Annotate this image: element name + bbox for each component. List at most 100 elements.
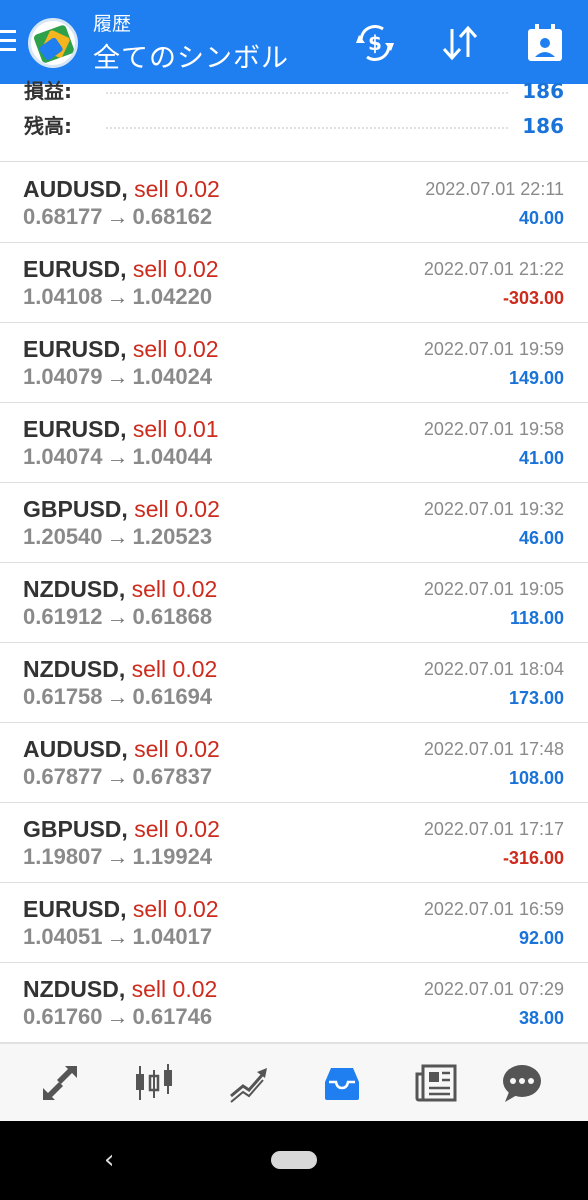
quotes-tab[interactable] [35,1058,85,1108]
app-bar: 履歴 全てのシンボル $ [0,0,588,84]
deal-row[interactable]: EURUSD, sell 0.02 1.04108 → 1.04220 2022.07.… [0,243,588,323]
arrow-right-icon: → [106,604,129,629]
deal-side: sell [134,816,169,842]
deal-close-price: 1.20523 [132,524,213,549]
deal-time: 2022.07.01 19:59 [423,339,564,359]
home-button[interactable] [271,1151,317,1169]
deal-title: GBPUSD, sell 0.02 [23,495,220,523]
svg-text:$: $ [368,31,382,55]
menu-icon[interactable] [0,30,18,54]
deal-title: EURUSD, sell 0.02 [23,895,219,923]
deal-volume: 0.01 [173,416,219,442]
deal-close-price: 0.67837 [132,764,213,789]
currency-exchange-icon[interactable]: $ [352,20,398,66]
deal-close-price: 0.61868 [132,604,213,629]
deal-title: EURUSD, sell 0.02 [23,335,219,363]
deal-row[interactable]: EURUSD, sell 0.02 1.04051 → 1.04017 2022.07.… [0,883,588,963]
metatrader-logo [28,18,78,68]
deal-symbol: EURUSD [23,416,121,442]
deal-separator: , [121,816,128,842]
deal-row[interactable]: AUDUSD, sell 0.02 0.68177 → 0.68162 2022.07.… [0,163,588,243]
deal-prices: 0.68177 → 0.68162 [23,203,212,231]
deal-symbol: AUDUSD [23,176,122,202]
arrow-right-icon: → [106,444,129,469]
deal-open-price: 1.19807 [23,844,103,869]
deal-separator: , [120,256,127,282]
deal-symbol: AUDUSD [23,736,122,762]
deal-open-price: 0.67877 [23,764,103,789]
deal-open-price: 1.20540 [23,524,103,549]
trade-tab[interactable] [223,1058,273,1108]
dotted-leader [106,127,508,129]
calendar-icon[interactable] [522,20,568,66]
deal-time: 2022.07.01 17:48 [423,739,564,759]
deal-row[interactable]: EURUSD, sell 0.01 1.04074 → 1.04044 2022.07.… [0,403,588,483]
arrow-right-icon: → [106,684,129,709]
deal-separator: , [118,976,126,1002]
summary-label: 残高: [24,114,72,138]
deal-prices: 1.04079 → 1.04024 [23,363,212,391]
deal-open-price: 1.04079 [23,364,103,389]
deal-side: sell [132,336,168,362]
deal-row[interactable]: EURUSD, sell 0.02 1.04079 → 1.04024 2022.07.… [0,323,588,403]
arrow-right-icon: → [106,764,129,789]
news-tab[interactable] [411,1058,461,1108]
deal-profit: 149.00 [508,368,564,388]
deal-volume: 0.02 [175,176,220,202]
deal-title: AUDUSD, sell 0.02 [23,175,220,203]
system-navigation-bar: ‹ [0,1121,588,1200]
deal-row[interactable]: GBPUSD, sell 0.02 1.20540 → 1.20523 2022.07.… [0,483,588,563]
deal-side: sell [131,576,167,602]
deal-time: 2022.07.01 16:59 [423,899,564,919]
deal-side: sell [132,896,168,922]
page-subtitle: 履歴 [93,13,132,35]
deal-prices: 0.61912 → 0.61868 [23,603,212,631]
deal-row[interactable]: NZDUSD, sell 0.02 0.61760 → 0.61746 2022.07.… [0,963,588,1043]
deal-volume: 0.02 [172,976,218,1002]
deal-prices: 1.19807 → 1.19924 [23,843,212,871]
deal-open-price: 0.68177 [23,204,103,229]
deal-time: 2022.07.01 19:32 [423,499,564,519]
deal-separator: , [118,656,126,682]
history-tab[interactable] [317,1058,367,1108]
deal-volume: 0.02 [175,816,220,842]
deal-profit: 173.00 [508,688,564,708]
deal-side: sell [131,656,167,682]
deal-time: 2022.07.01 19:58 [423,419,564,439]
deal-row[interactable]: NZDUSD, sell 0.02 0.61758 → 0.61694 2022.07.… [0,643,588,723]
page-title[interactable]: 全てのシンボル [93,42,289,76]
deal-close-price: 0.61694 [132,684,213,709]
deal-open-price: 0.61912 [23,604,103,629]
deal-separator: , [120,336,127,362]
summary-row-balance: 残高: 186 [0,109,588,143]
news-icon [415,1064,457,1102]
deal-prices: 1.04074 → 1.04044 [23,443,212,471]
sort-icon[interactable] [437,20,483,66]
deal-symbol: NZDUSD [23,976,119,1002]
deal-profit: 118.00 [509,608,564,628]
deal-row[interactable]: NZDUSD, sell 0.02 0.61912 → 0.61868 2022.07.… [0,563,588,643]
back-button[interactable]: ‹ [104,1145,124,1175]
quotes-icon [43,1066,77,1100]
deal-profit: -303.00 [502,288,564,308]
deal-volume: 0.02 [172,576,218,602]
deal-side: sell [134,176,169,202]
deal-open-price: 1.04074 [23,444,103,469]
deal-prices: 0.61758 → 0.61694 [23,683,212,711]
messages-tab[interactable] [497,1058,547,1108]
deal-time: 2022.07.01 21:22 [423,259,564,279]
summary-value: 186 [522,79,564,103]
deal-close-price: 1.04044 [132,444,213,469]
deal-volume: 0.02 [172,656,218,682]
arrow-right-icon: → [106,844,129,869]
deal-close-price: 0.68162 [132,204,213,229]
deal-row[interactable]: AUDUSD, sell 0.02 0.67877 → 0.67837 2022.07.… [0,723,588,803]
deal-row[interactable]: GBPUSD, sell 0.02 1.19807 → 1.19924 2022.07.… [0,803,588,883]
deal-symbol: NZDUSD [23,576,119,602]
chart-tab[interactable] [129,1058,179,1108]
deal-close-price: 0.61746 [132,1004,213,1029]
candlestick-icon [136,1064,172,1100]
deal-prices: 1.20540 → 1.20523 [23,523,212,551]
deals-list: AUDUSD, sell 0.02 0.68177 → 0.68162 2022.07.… [0,163,588,1043]
deal-prices: 0.61760 → 0.61746 [23,1003,212,1031]
